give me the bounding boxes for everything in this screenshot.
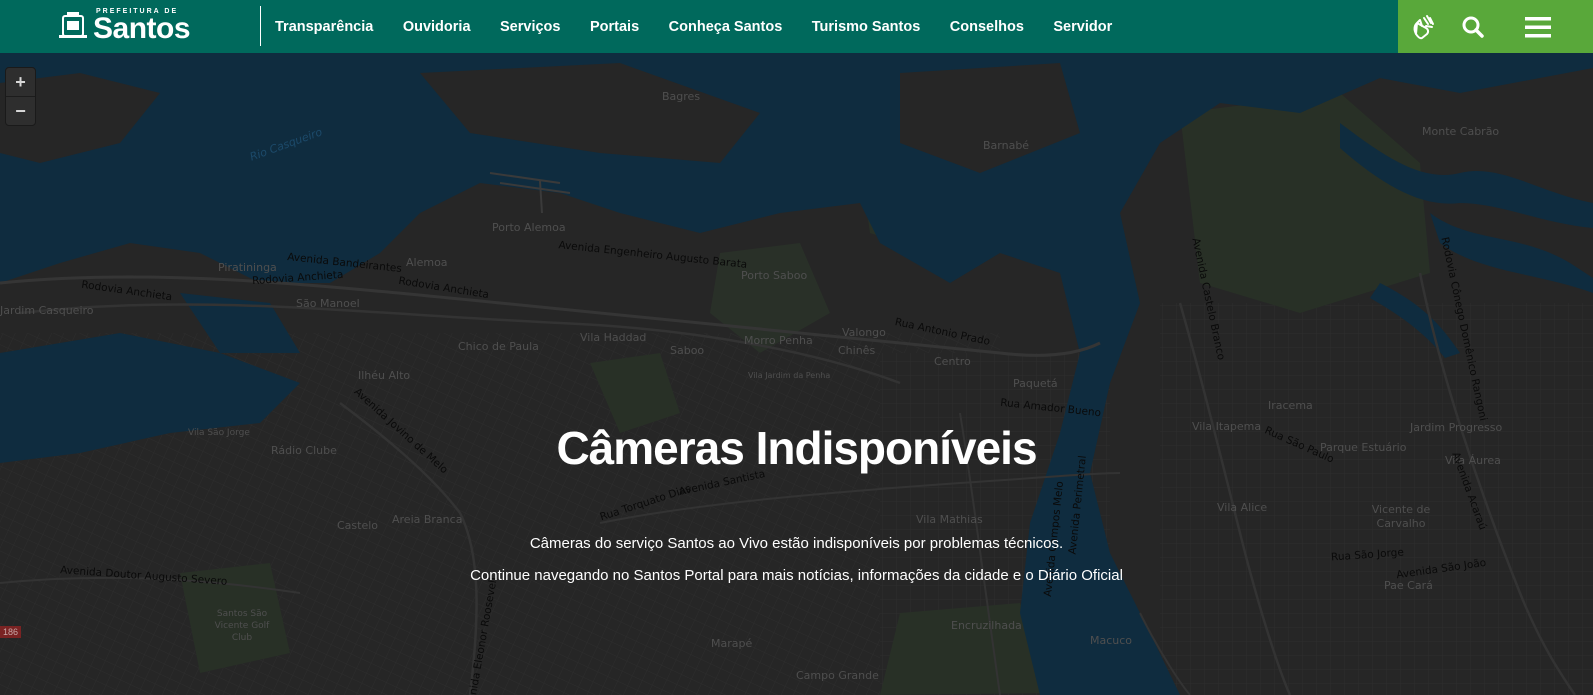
map-label: Bagres [662,90,701,103]
map-label: Iracema [1268,399,1313,412]
search-button[interactable] [1448,0,1498,53]
map-zoom-controls: + − [5,67,36,126]
header-divider [260,6,261,46]
page: PREFEITURA DE Santos Transparência Ouvid… [0,0,1593,695]
map-label: Marapé [711,637,753,650]
map-label: Encruzilhada [951,619,1022,632]
message-line-1: Câmeras do serviço Santos ao Vivo estão … [529,535,1064,552]
map-label: Paquetá [1013,377,1058,390]
map-label: Macuco [1090,634,1133,647]
message-title: Câmeras Indisponíveis [556,422,1037,474]
map-label: Santos São Vicente Golf Club [214,609,270,643]
map-label: Morro Penha [744,334,813,347]
nav-servicos[interactable]: Serviços [500,19,560,35]
nav-transparencia[interactable]: Transparência [275,19,373,35]
message-line-2: Continue navegando no Santos Portal para… [470,567,1123,584]
logo-text: PREFEITURA DE Santos [93,8,191,45]
nav-conheca-santos[interactable]: Conheça Santos [669,19,783,35]
nav-servidor[interactable]: Servidor [1053,19,1112,35]
map-label: Monte Cabrão [1422,125,1500,138]
city-crest-icon [59,12,87,38]
search-icon [1462,16,1484,38]
map-label: Porto Alemoa [492,221,566,234]
zoom-out-button[interactable]: − [6,96,35,125]
map-label: Vila Haddad [580,331,647,344]
map-label: Ilhéu Alto [358,369,411,382]
map-view[interactable]: + − 186 Bagres Barnabé Monte Cabrão Rio … [0,53,1593,695]
map-label: Chico de Paula [458,340,539,353]
nav-turismo-santos[interactable]: Turismo Santos [812,19,921,35]
top-navigation-bar: PREFEITURA DE Santos Transparência Ouvid… [0,0,1593,53]
main-nav: Transparência Ouvidoria Serviços Portais… [275,0,1142,53]
map-label: Saboo [670,344,705,357]
cameras-unavailable-message: Câmeras Indisponíveis Câmeras do serviço… [0,420,1593,592]
map-label: Campo Grande [796,669,879,682]
map-label: Barnabé [983,139,1030,152]
menu-button[interactable] [1513,0,1563,53]
map-label: Chinês [838,344,876,357]
sign-language-icon [1413,14,1434,39]
map-label: Porto Saboo [741,269,808,282]
sign-language-button[interactable] [1398,0,1448,53]
map-label: Valongo [842,326,886,339]
nav-ouvidoria[interactable]: Ouvidoria [403,19,471,35]
map-badge: 186 [0,626,22,638]
logo-big-text: Santos [93,12,191,45]
nav-portais[interactable]: Portais [590,19,639,35]
map-label: Vila Jardim da Penha [748,371,831,380]
map-label: São Manoel [296,297,360,310]
map-label: Jardim Casqueiro [0,304,94,317]
zoom-in-button[interactable]: + [6,68,35,96]
hamburger-menu-icon [1525,16,1551,37]
map-label: Alemoa [406,256,448,269]
nav-conselhos[interactable]: Conselhos [950,19,1024,35]
header-tools [1398,0,1593,53]
map-label: Centro [934,355,971,368]
prefeitura-santos-logo[interactable]: PREFEITURA DE Santos [57,8,191,45]
map-label: Piratininga [218,261,277,274]
